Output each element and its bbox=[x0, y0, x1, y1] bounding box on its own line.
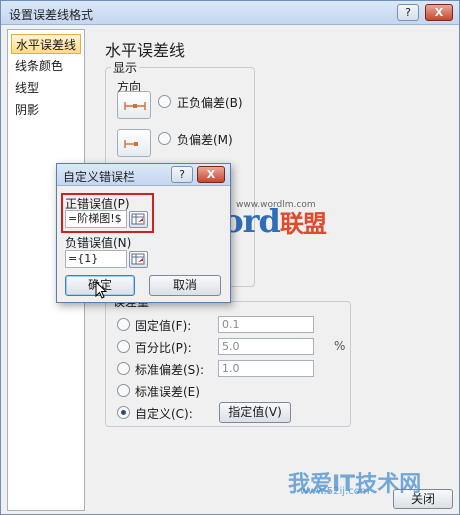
positive-error-input[interactable]: =阶梯图!$ bbox=[65, 210, 127, 228]
range-select-icon bbox=[131, 213, 145, 225]
percent-label: 百分比(P): bbox=[135, 341, 192, 355]
fixed-value-input[interactable]: 0.1 bbox=[218, 316, 314, 333]
window-close-button[interactable]: X bbox=[425, 4, 453, 21]
window-titlebar: 设置误差线格式 ? X bbox=[1, 1, 459, 25]
std-dev-input[interactable]: 1.0 bbox=[218, 360, 314, 377]
display-group-label: 显示 bbox=[111, 59, 140, 76]
nav-item-line-color[interactable]: 线条颜色 bbox=[11, 56, 81, 76]
radio-minus-label: 负偏差(M) bbox=[177, 133, 233, 147]
radio-custom[interactable] bbox=[117, 406, 130, 419]
radio-both-label: 正负偏差(B) bbox=[177, 96, 243, 110]
positive-range-select-button[interactable] bbox=[129, 211, 148, 228]
fixed-value-label: 固定值(F): bbox=[135, 319, 192, 333]
radio-minus[interactable] bbox=[158, 132, 171, 145]
dialog-close-button[interactable]: X bbox=[197, 166, 225, 183]
cancel-button[interactable]: 取消 bbox=[149, 275, 221, 296]
radio-percent[interactable] bbox=[117, 340, 130, 353]
window-title: 设置误差线格式 bbox=[9, 8, 94, 22]
custom-error-bars-dialog: 自定义错误栏 ? X 正错误值(P) =阶梯图!$ 负错误值(N) ={1} 确… bbox=[56, 163, 231, 303]
minus-direction-icon bbox=[117, 129, 151, 157]
watermark-brand-cn: 联盟 bbox=[279, 209, 327, 238]
dialog-title: 自定义错误栏 bbox=[63, 170, 136, 184]
dialog-help-button[interactable]: ? bbox=[171, 166, 193, 183]
nav-item-line-style[interactable]: 线型 bbox=[11, 78, 81, 98]
page-title: 水平误差线 bbox=[105, 41, 186, 60]
mouse-cursor-icon bbox=[95, 281, 108, 299]
dialog-titlebar: 自定义错误栏 ? X bbox=[57, 164, 230, 186]
specify-value-button[interactable]: 指定值(V) bbox=[219, 402, 291, 423]
radio-fixed-value[interactable] bbox=[117, 318, 130, 331]
percent-input[interactable]: 5.0 bbox=[218, 338, 314, 355]
help-button[interactable]: ? bbox=[397, 4, 419, 21]
range-select-icon bbox=[131, 253, 145, 265]
radio-std-error[interactable] bbox=[117, 384, 130, 397]
negative-error-label: 负错误值(N) bbox=[65, 236, 132, 250]
percent-unit: % bbox=[334, 339, 346, 353]
radio-std-dev[interactable] bbox=[117, 362, 130, 375]
both-direction-icon bbox=[117, 91, 151, 119]
std-error-label: 标准误差(E) bbox=[135, 385, 200, 399]
site-watermark-url: www.52ij.com bbox=[300, 486, 370, 497]
nav-item-shadow[interactable]: 阴影 bbox=[11, 100, 81, 120]
radio-both[interactable] bbox=[158, 95, 171, 108]
nav-item-horizontal-error-bars[interactable]: 水平误差线 bbox=[11, 34, 81, 54]
custom-label: 自定义(C): bbox=[135, 407, 193, 421]
negative-range-select-button[interactable] bbox=[129, 251, 148, 268]
std-dev-label: 标准偏差(S): bbox=[135, 363, 205, 377]
negative-error-input[interactable]: ={1} bbox=[65, 250, 127, 268]
